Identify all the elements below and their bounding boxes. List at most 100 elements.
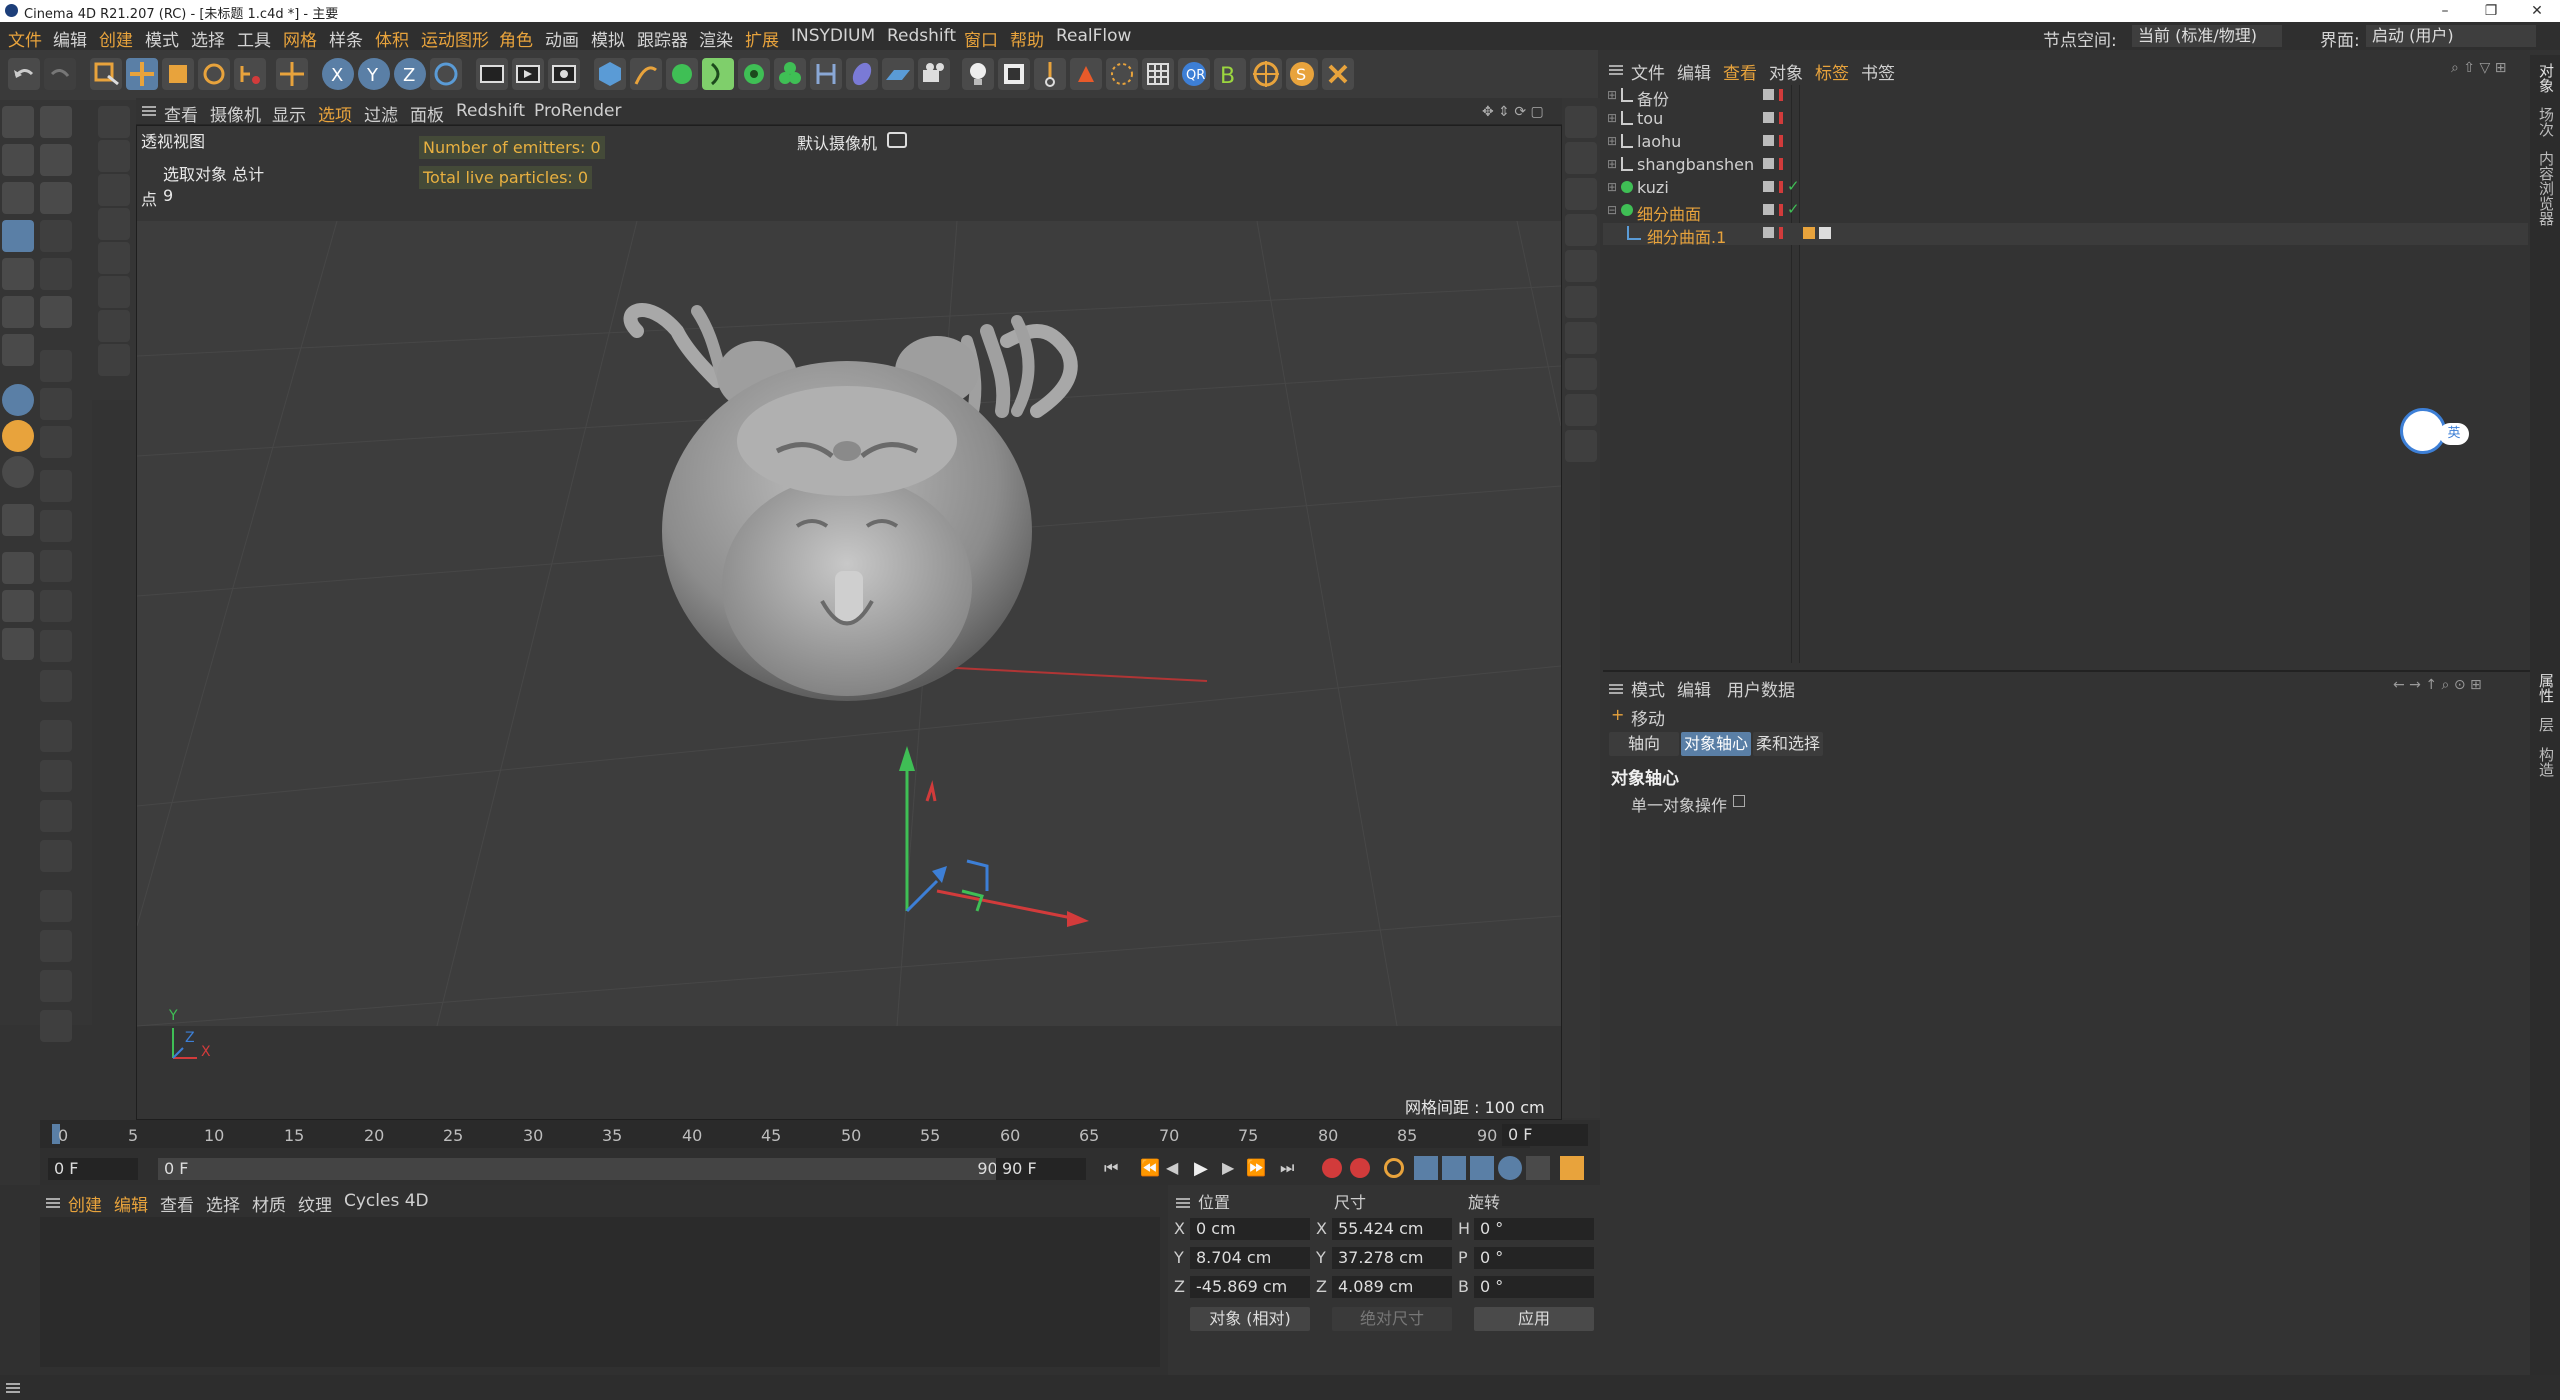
- object-name[interactable]: tou: [1637, 109, 1663, 128]
- scale-small-icon[interactable]: [98, 174, 130, 206]
- cloner-icon[interactable]: [738, 58, 770, 90]
- points-grid-icon[interactable]: [40, 350, 72, 382]
- points-mode-icon[interactable]: [2, 220, 34, 252]
- enable-dots-icon[interactable]: [1779, 204, 1783, 216]
- object-name[interactable]: 备份: [1637, 86, 1669, 110]
- stitch-icon[interactable]: [40, 760, 72, 792]
- collapse-icon[interactable]: ⊟: [1607, 203, 1617, 217]
- layout-select[interactable]: 启动 (用户): [2366, 25, 2536, 47]
- go-to-end-icon[interactable]: ⏭: [1280, 1158, 1294, 1178]
- coordinates-menu-handle-icon[interactable]: [1176, 1198, 1190, 1208]
- distribute-icon[interactable]: [1565, 214, 1597, 246]
- side-tab-content-browser[interactable]: 内容浏览器: [2536, 151, 2557, 226]
- checker-tag-icon[interactable]: [1819, 227, 1831, 239]
- vp-menu-options[interactable]: 选项: [318, 101, 352, 126]
- next-key-icon[interactable]: ⏩: [1246, 1158, 1266, 1177]
- point-camera-icon[interactable]: [40, 630, 72, 662]
- point-paint-icon[interactable]: [40, 670, 72, 702]
- menu-file[interactable]: 文件: [8, 26, 42, 51]
- menu-character[interactable]: 角色: [499, 26, 533, 51]
- uv-transform-icon[interactable]: [40, 426, 72, 458]
- object-row[interactable]: ⊞ kuzi ✓: [1603, 177, 2528, 199]
- tab-soft-selection[interactable]: 柔和选择: [1753, 732, 1823, 756]
- explode-plugin-icon[interactable]: [1322, 58, 1354, 90]
- magnet-icon[interactable]: [2, 504, 34, 536]
- close-button[interactable]: ✕: [2514, 0, 2560, 22]
- enabled-check-icon[interactable]: ✓: [1787, 200, 1800, 218]
- tab-axis[interactable]: 轴向: [1609, 732, 1679, 756]
- menu-extensions[interactable]: 扩展: [745, 26, 779, 51]
- pos-x-field[interactable]: 0 cm: [1190, 1218, 1310, 1240]
- attribute-menu-handle-icon[interactable]: [1609, 684, 1623, 694]
- menu-select[interactable]: 选择: [191, 26, 225, 51]
- redo-icon[interactable]: [44, 58, 76, 90]
- bullseye-icon[interactable]: [1565, 394, 1597, 426]
- prev-frame-icon[interactable]: ◀: [1166, 1158, 1178, 1177]
- am-menu-edit[interactable]: 编辑: [1677, 676, 1711, 701]
- soft-select-icon[interactable]: [2, 384, 34, 416]
- material-menu-handle-icon[interactable]: [46, 1198, 60, 1208]
- ime-language-badge[interactable]: 英: [2439, 423, 2469, 445]
- vp-menu-redshift[interactable]: Redshift: [456, 101, 525, 121]
- am-nav-icons[interactable]: ← → ↑ ⌕ ⊙ ⊞: [2393, 677, 2482, 693]
- checker-icon[interactable]: [2, 182, 34, 214]
- stack-icon[interactable]: [1565, 358, 1597, 390]
- s-plugin-icon[interactable]: S: [1286, 58, 1318, 90]
- null-points-icon[interactable]: [1106, 58, 1138, 90]
- object-manager-menu-handle-icon[interactable]: [1609, 65, 1623, 75]
- start-frame-field[interactable]: 0 F: [48, 1158, 138, 1180]
- make-editable-icon[interactable]: [2, 106, 34, 138]
- play-icon[interactable]: ▶: [1194, 1158, 1208, 1179]
- axis-mode-icon[interactable]: [40, 182, 72, 214]
- grid-array-icon[interactable]: [1142, 58, 1174, 90]
- coordinate-mode-select[interactable]: 对象 (相对): [1190, 1307, 1310, 1331]
- side-tab-takes[interactable]: 场次: [2536, 107, 2557, 137]
- model-mode-icon[interactable]: [2, 144, 34, 176]
- next-frame-icon[interactable]: ▶: [1222, 1158, 1234, 1177]
- vp-menu-filter[interactable]: 过滤: [364, 101, 398, 126]
- point-bridge-icon[interactable]: [40, 590, 72, 622]
- character-head-model[interactable]: [607, 301, 1167, 721]
- y-axis-lock-icon[interactable]: Y: [358, 58, 390, 90]
- pos-z-field[interactable]: -45.869 cm: [1190, 1276, 1310, 1298]
- enable-dots-icon[interactable]: [1779, 89, 1783, 101]
- brush-polygon-icon[interactable]: [40, 1010, 72, 1042]
- menu-window[interactable]: 窗口: [964, 26, 998, 51]
- menu-render[interactable]: 渲染: [699, 26, 733, 51]
- menu-animate[interactable]: 动画: [545, 26, 579, 51]
- am-menu-userdata[interactable]: 用户数据: [1727, 676, 1795, 701]
- qr-plugin-icon[interactable]: QR: [1178, 58, 1210, 90]
- menu-mograph[interactable]: 运动图形: [421, 26, 489, 51]
- om-menu-objects[interactable]: 对象: [1769, 59, 1803, 84]
- tab-object-axis[interactable]: 对象轴心: [1681, 732, 1751, 756]
- mat-menu-texture[interactable]: 纹理: [298, 1191, 332, 1216]
- checkerboard-icon[interactable]: [40, 840, 72, 872]
- mat-menu-edit[interactable]: 编辑: [114, 1191, 148, 1216]
- perspective-viewport[interactable]: 透视视图 选取对象 总计 点 9 默认摄像机 Number of emitter…: [136, 125, 1562, 1120]
- menu-mesh[interactable]: 网格: [283, 26, 317, 51]
- side-tab-layers[interactable]: 层: [2536, 717, 2557, 732]
- world-coordinates-icon[interactable]: [430, 58, 462, 90]
- vp-menu-view[interactable]: 查看: [164, 101, 198, 126]
- size-x-field[interactable]: 55.424 cm: [1332, 1218, 1452, 1240]
- timeline-ruler[interactable]: 0 5 10 15 20 25 30 35 40 45 50 55 60 65 …: [40, 1120, 1530, 1148]
- visibility-icon[interactable]: [1763, 158, 1774, 169]
- subdivision-generator-icon[interactable]: [666, 58, 698, 90]
- key-scale-icon[interactable]: [1442, 1156, 1466, 1180]
- status-menu-handle-icon[interactable]: [6, 1383, 20, 1393]
- om-menu-file[interactable]: 文件: [1631, 59, 1665, 84]
- mat-menu-create[interactable]: 创建: [68, 1191, 102, 1216]
- loop-select-icon[interactable]: [98, 276, 130, 308]
- am-menu-mode[interactable]: 模式: [1631, 676, 1665, 701]
- key-parameter-icon[interactable]: [1498, 1156, 1522, 1180]
- object-row[interactable]: ⊞ shangbanshen: [1603, 154, 2528, 176]
- render-picture-viewer-icon[interactable]: [512, 58, 544, 90]
- ring-select-icon[interactable]: [98, 310, 130, 342]
- sculpt-icon[interactable]: [846, 58, 878, 90]
- floor-object-icon[interactable]: [882, 58, 914, 90]
- prev-key-icon[interactable]: ⏪: [1140, 1158, 1160, 1177]
- vp-menu-prorender[interactable]: ProRender: [534, 101, 622, 121]
- enable-dots-icon[interactable]: [1779, 181, 1783, 193]
- timeline[interactable]: 0 5 10 15 20 25 30 35 40 45 50 55 60 65 …: [40, 1120, 1600, 1190]
- points-extend-icon[interactable]: [40, 510, 72, 542]
